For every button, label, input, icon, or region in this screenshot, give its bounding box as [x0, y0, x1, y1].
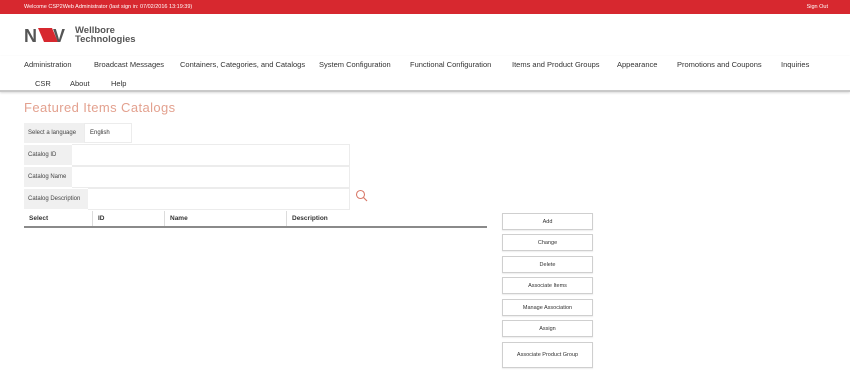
delete-button[interactable]: Delete [502, 256, 593, 273]
nav-item-administration[interactable]: Administration [24, 60, 72, 69]
catalog-description-input[interactable] [88, 188, 350, 210]
catalog-name-label: Catalog Name [24, 167, 72, 187]
nav-item-appearance[interactable]: Appearance [617, 60, 657, 69]
column-header-select[interactable]: Select [24, 211, 93, 226]
results-table-header: Select ID Name Description [24, 211, 487, 228]
catalog-id-label: Catalog ID [24, 145, 72, 165]
svg-text:N: N [24, 26, 37, 44]
nov-logo-icon: N V [24, 26, 65, 44]
sign-out-link[interactable]: Sign Out [807, 4, 828, 10]
assign-button[interactable]: Assign [502, 320, 593, 337]
logo-line-2: Technologies [75, 34, 136, 45]
main-navigation: Administration Broadcast Messages Contai… [0, 56, 850, 92]
column-header-id[interactable]: ID [93, 211, 165, 226]
nav-item-inquiries[interactable]: Inquiries [781, 60, 809, 69]
nav-item-about[interactable]: About [70, 79, 90, 88]
add-button[interactable]: Add [502, 213, 593, 230]
language-label: Select a language [24, 123, 84, 143]
catalog-id-input[interactable] [72, 144, 350, 166]
nav-item-containers-categories-catalogs[interactable]: Containers, Categories, and Catalogs [180, 60, 305, 69]
change-button[interactable]: Change [502, 234, 593, 251]
page-title: Featured Items Catalogs [24, 100, 176, 115]
nav-item-items-product-groups[interactable]: Items and Product Groups [512, 60, 600, 69]
language-select[interactable]: English [84, 123, 132, 143]
nav-item-system-configuration[interactable]: System Configuration [319, 60, 391, 69]
associate-product-group-button[interactable]: Associate Product Group [502, 342, 593, 368]
nav-item-broadcast-messages[interactable]: Broadcast Messages [94, 60, 164, 69]
nav-item-help[interactable]: Help [111, 79, 126, 88]
top-bar: Welcome CSP2Web Administrator (last sign… [0, 0, 850, 14]
column-header-description[interactable]: Description [287, 211, 487, 226]
nav-item-functional-configuration[interactable]: Functional Configuration [410, 60, 491, 69]
catalog-name-input[interactable] [72, 166, 350, 188]
manage-association-button[interactable]: Manage Association [502, 299, 593, 316]
welcome-text: Welcome CSP2Web Administrator (last sign… [24, 4, 193, 10]
nav-item-csr[interactable]: CSR [35, 79, 51, 88]
nav-item-promotions-coupons[interactable]: Promotions and Coupons [677, 60, 762, 69]
associate-items-button[interactable]: Associate Items [502, 277, 593, 294]
search-icon[interactable] [355, 189, 368, 202]
catalog-description-label: Catalog Description [24, 189, 88, 209]
column-header-name[interactable]: Name [165, 211, 287, 226]
logo-wordmark: Wellbore Technologies [75, 26, 136, 45]
svg-text:V: V [53, 26, 65, 44]
company-logo[interactable]: N V Wellbore Technologies [24, 24, 136, 46]
